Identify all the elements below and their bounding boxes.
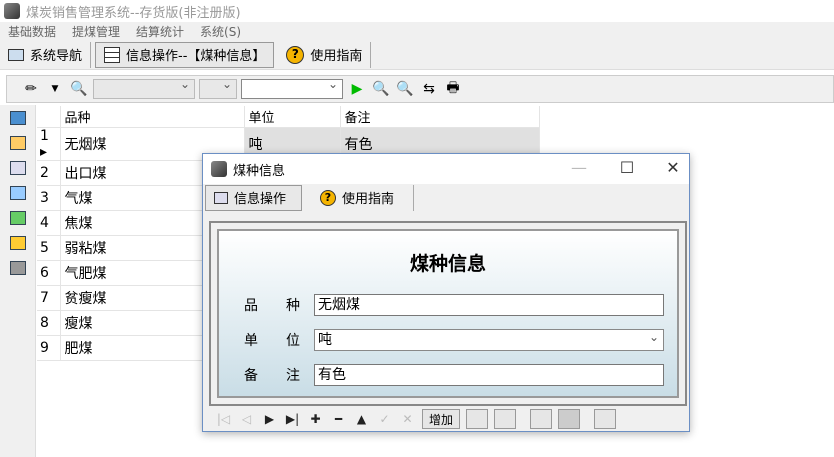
edit-pencil-icon[interactable]: ✏ bbox=[21, 79, 41, 99]
row-number[interactable]: 6 bbox=[37, 260, 61, 286]
run-query-icon[interactable]: ▶ bbox=[347, 79, 367, 99]
menu-settlement[interactable]: 结算统计 bbox=[128, 23, 192, 40]
zoom-in-icon[interactable]: 🔍 bbox=[371, 79, 391, 99]
post-icon[interactable]: ✓ bbox=[376, 412, 393, 426]
chart-icon[interactable] bbox=[9, 211, 26, 225]
row-number[interactable]: 8 bbox=[37, 310, 61, 336]
unit-select[interactable]: 吨 bbox=[314, 327, 664, 351]
row-header bbox=[37, 106, 61, 128]
first-record-icon[interactable]: |◁ bbox=[215, 412, 232, 426]
grid-icon bbox=[104, 46, 121, 63]
record-navigator: |◁ ◁ ▶ ▶| ✚ ━ ▲ ✓ ✕ 增加 bbox=[209, 407, 687, 431]
help-icon: ? bbox=[320, 189, 336, 206]
left-icon-bar bbox=[0, 105, 36, 457]
menu-bar: 基础数据 提煤管理 结算统计 系统(S) bbox=[0, 22, 834, 40]
field-row-note: 备 注有色 bbox=[244, 364, 664, 386]
list-icon bbox=[214, 191, 228, 204]
app-title: 煤炭销售管理系统--存货版(非注册版) bbox=[26, 5, 241, 21]
tab-user-guide[interactable]: ? 使用指南 bbox=[278, 41, 372, 68]
form-heading: 煤种信息 bbox=[409, 253, 486, 275]
dropdown-arrow-icon[interactable]: ▼ bbox=[45, 79, 65, 99]
dialog-title-bar: 煤种信息 — ☐ ✕ bbox=[203, 154, 689, 184]
label-char: 备 bbox=[244, 368, 258, 384]
dialog-tab-guide[interactable]: ? 使用指南 bbox=[304, 184, 414, 211]
monitor-icon bbox=[8, 48, 24, 61]
app-icon bbox=[4, 3, 20, 19]
operator-select[interactable] bbox=[199, 77, 237, 99]
menu-system[interactable]: 系统(S) bbox=[192, 23, 249, 40]
add-button[interactable]: 增加 bbox=[422, 409, 461, 429]
close-button[interactable]: ✕ bbox=[653, 158, 693, 180]
window-icon[interactable] bbox=[9, 111, 26, 125]
menu-coal-pickup[interactable]: 提煤管理 bbox=[64, 23, 128, 40]
form-panel: 煤种信息 品 种无烟煤 单 位吨 备 注有色 bbox=[209, 221, 687, 406]
delete-icon[interactable]: ━ bbox=[330, 412, 347, 426]
row-number[interactable]: 4 bbox=[37, 210, 61, 236]
label-char: 位 bbox=[286, 333, 300, 349]
minimize-button[interactable]: — bbox=[559, 158, 599, 180]
list-icon[interactable] bbox=[9, 161, 26, 175]
value-select[interactable] bbox=[241, 77, 343, 99]
menu-basic-data[interactable]: 基础数据 bbox=[0, 23, 64, 40]
search-icon[interactable] bbox=[530, 409, 553, 429]
print-preview-icon[interactable] bbox=[494, 409, 517, 429]
label-char: 单 bbox=[244, 333, 258, 349]
row-number[interactable]: 9 bbox=[37, 335, 61, 361]
maximize-button[interactable]: ☐ bbox=[607, 158, 647, 180]
field-row-unit: 单 位吨 bbox=[244, 327, 664, 351]
insert-icon[interactable]: ✚ bbox=[307, 412, 324, 426]
dialog-tabs: 信息操作 ? 使用指南 bbox=[203, 184, 689, 211]
tab-bar: 系统导航 信息操作--【煤种信息】 ? 使用指南 bbox=[0, 40, 834, 70]
row-number[interactable]: 2 bbox=[37, 160, 61, 186]
label-char: 种 bbox=[286, 298, 300, 314]
find-icon[interactable] bbox=[594, 409, 617, 429]
dialog-icon bbox=[211, 161, 227, 177]
search-preview-icon[interactable]: 🔍 bbox=[69, 79, 89, 99]
col-header-note[interactable]: 备注 bbox=[340, 106, 540, 128]
row-number[interactable]: 3 bbox=[37, 185, 61, 211]
field-row-type: 品 种无烟煤 bbox=[244, 294, 664, 316]
dialog-title: 煤种信息 bbox=[233, 163, 286, 179]
document-icon[interactable] bbox=[9, 186, 26, 200]
row-number[interactable]: 7 bbox=[37, 285, 61, 311]
help-icon: ? bbox=[286, 45, 305, 64]
row-number[interactable]: 1 ▸ bbox=[37, 127, 61, 161]
coal-type-dialog: 煤种信息 — ☐ ✕ 信息操作 ?使用指南 煤种信息 品 种无烟煤 单 位吨 备 注有… bbox=[202, 153, 690, 432]
tree-icon[interactable] bbox=[9, 136, 26, 150]
trash-icon[interactable] bbox=[9, 261, 26, 275]
settings-icon[interactable] bbox=[9, 236, 26, 250]
label-char: 注 bbox=[286, 368, 300, 384]
next-record-icon[interactable]: ▶ bbox=[261, 412, 278, 426]
toolbar: ✏ ▼ 🔍 ▶ 🔍 🔍 ⇆ 🖶 bbox=[6, 75, 834, 103]
col-header-type[interactable]: 品种 bbox=[60, 106, 245, 128]
edit-icon[interactable]: ▲ bbox=[353, 412, 370, 426]
tab-system-nav[interactable]: 系统导航 bbox=[0, 41, 92, 68]
field-select[interactable] bbox=[93, 77, 195, 99]
tab-info-operation[interactable]: 信息操作--【煤种信息】 bbox=[95, 41, 275, 68]
row-number[interactable]: 5 bbox=[37, 235, 61, 261]
printer-icon[interactable]: 🖶 bbox=[443, 79, 463, 99]
type-input[interactable]: 无烟煤 bbox=[314, 294, 664, 316]
last-record-icon[interactable]: ▶| bbox=[284, 412, 301, 426]
label-char: 品 bbox=[244, 298, 258, 314]
prior-record-icon[interactable]: ◁ bbox=[238, 412, 255, 426]
play-icon[interactable] bbox=[558, 409, 581, 429]
col-header-unit[interactable]: 单位 bbox=[244, 106, 341, 128]
dialog-tab-info[interactable]: 信息操作 bbox=[205, 184, 302, 211]
print-icon[interactable] bbox=[466, 409, 489, 429]
cancel-icon[interactable]: ✕ bbox=[399, 412, 416, 426]
title-bar: 煤炭销售管理系统--存货版(非注册版) bbox=[0, 0, 834, 22]
refresh-icon[interactable]: ⇆ bbox=[419, 79, 439, 99]
zoom-out-icon[interactable]: 🔍 bbox=[395, 79, 415, 99]
note-input[interactable]: 有色 bbox=[314, 364, 664, 386]
